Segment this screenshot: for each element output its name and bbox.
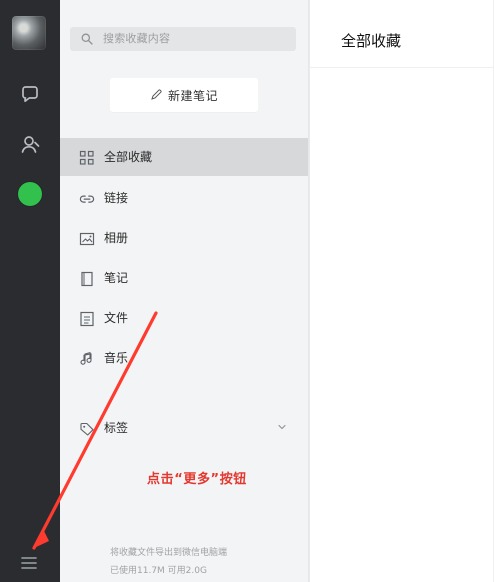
link-icon (78, 190, 96, 208)
favorites-icon[interactable] (18, 182, 42, 206)
annotation-callout: 点击“更多”按钮 (147, 472, 247, 487)
search-placeholder: 搜索收藏内容 (103, 32, 171, 45)
avatar[interactable] (12, 16, 46, 50)
sidebar-item-images[interactable]: 相册 (60, 219, 308, 257)
menu-icon[interactable] (18, 554, 40, 572)
sidebar-item-label: 全部收藏 (104, 150, 153, 164)
sidebar-item-links[interactable]: 链接 (60, 179, 308, 217)
sidebar-item-tags[interactable]: 标签 (60, 409, 308, 447)
favorites-sidebar: 搜索收藏内容 新建笔记 全部收藏 链接 相册 笔记 文件 音乐 标签 点击“更多… (60, 0, 309, 582)
content-panel: 全部收藏 (309, 0, 494, 582)
tag-icon (78, 420, 96, 438)
file-icon (78, 310, 96, 328)
sidebar-item-label: 相册 (104, 231, 129, 245)
page-title: 全部收藏 (341, 32, 402, 50)
contacts-icon[interactable] (17, 132, 43, 158)
new-note-label: 新建笔记 (167, 88, 218, 103)
sidebar-item-notes[interactable]: 笔记 (60, 259, 308, 297)
sidebar-item-music[interactable]: 音乐 (60, 339, 308, 377)
storage-usage-line: 已使用11.7M 可用2.0G (110, 566, 207, 576)
left-rail (0, 0, 60, 582)
sidebar-item-label: 音乐 (104, 351, 129, 365)
note-icon (78, 270, 96, 288)
search-input[interactable]: 搜索收藏内容 (70, 27, 296, 51)
new-note-button[interactable]: 新建笔记 (110, 78, 258, 112)
chevron-down-icon[interactable] (277, 422, 287, 432)
grid-icon (78, 149, 96, 167)
sidebar-item-label: 标签 (104, 421, 129, 435)
content-header: 全部收藏 (310, 0, 494, 68)
sidebar-item-label: 笔记 (104, 271, 129, 285)
storage-info-line: 将收藏文件导出到微信电脑端 (110, 548, 228, 558)
pen-icon (150, 89, 162, 101)
wechat-favorites-window: 搜索收藏内容 新建笔记 全部收藏 链接 相册 笔记 文件 音乐 标签 点击“更多… (0, 0, 494, 582)
search-icon (80, 32, 94, 46)
sidebar-item-all-favorites[interactable]: 全部收藏 (60, 138, 308, 176)
sidebar-item-files[interactable]: 文件 (60, 299, 308, 337)
sidebar-item-label: 链接 (104, 191, 129, 205)
sidebar-item-label: 文件 (104, 311, 129, 325)
music-icon (78, 350, 96, 368)
image-icon (78, 230, 96, 248)
chat-icon[interactable] (17, 82, 43, 108)
